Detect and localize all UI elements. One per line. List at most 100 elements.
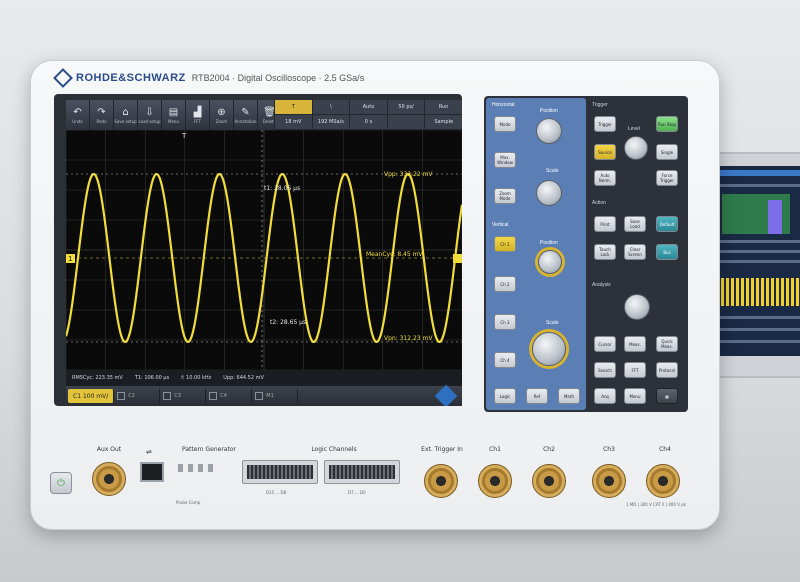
power-button[interactable]: ⏻ — [50, 472, 72, 494]
timebase[interactable]: 50 ps/ — [386, 100, 425, 115]
rs-logo-icon — [53, 68, 73, 88]
source-button[interactable]: Source — [594, 144, 616, 160]
print-button[interactable]: Print — [594, 216, 616, 232]
trigger-level[interactable]: 18 mV — [274, 115, 312, 130]
acq-button[interactable]: Acq — [594, 388, 616, 404]
vertical-position-knob[interactable] — [538, 250, 562, 274]
bus-button[interactable]: Bus — [656, 244, 678, 260]
frequency-readout: f: 10.00 kHz — [181, 375, 212, 381]
rs-menu-icon[interactable] — [434, 384, 458, 406]
default-button[interactable]: Default — [656, 216, 678, 232]
load-setup-icon: ⇩ — [145, 106, 154, 118]
annotation-icon: ✎ — [241, 106, 250, 118]
sample-rate[interactable]: 192 MSa/s — [311, 115, 350, 130]
v-scale-label: Scale — [546, 320, 559, 326]
max-window-button[interactable]: Max. Window — [494, 152, 516, 168]
meas-button[interactable]: Meas. — [624, 336, 646, 352]
force-trigger-button[interactable]: Force Trigger — [656, 170, 678, 186]
ch2-slot[interactable]: C2 — [114, 389, 161, 403]
ch4-connector — [646, 464, 680, 498]
save-recall-icon: ⌂ — [122, 106, 129, 118]
t1-readout: t1: 28.05 µs — [264, 185, 300, 192]
cursor-button[interactable]: Cursor — [594, 336, 616, 352]
model-name: RTB2004 · Digital Oscilloscope · 2.5 GSa… — [191, 73, 365, 83]
ch1-marker-label: 1 — [68, 255, 72, 263]
v-position-label: Position — [540, 240, 558, 246]
file-icon: ▤ — [168, 106, 179, 118]
grid-menu-icon[interactable]: ▦ — [656, 388, 678, 404]
auto-norm-button[interactable]: Auto Norm. — [594, 170, 616, 186]
ch2-button[interactable]: Ch 2 — [494, 276, 516, 292]
channel-bar: C1 100 mV/ C2 C3 C4 M1 — [66, 384, 462, 406]
acquisition-mode[interactable]: Sample — [424, 115, 462, 130]
trigger-position[interactable]: 0 s — [349, 115, 387, 130]
ch1-button[interactable]: Ch 1 — [494, 236, 516, 252]
ext-trigger-connector — [424, 464, 458, 498]
trigger-indicator[interactable]: T — [274, 100, 312, 115]
ch2-connector — [532, 464, 566, 498]
ch3-connector — [592, 464, 626, 498]
quick-meas-button[interactable]: Quick Meas. — [656, 336, 678, 352]
zoom-button[interactable]: ⊕ Zoom — [210, 100, 234, 130]
run-stop-button[interactable]: Run Stop — [656, 116, 678, 132]
trigger-level-marker[interactable] — [453, 254, 462, 263]
power-icon: ⏻ — [57, 477, 65, 489]
trigger-slope[interactable]: \ — [311, 100, 350, 115]
acquisition-info[interactable]: T \ Auto 50 ps/ Run 18 mV 192 MSa/s 0 s … — [274, 100, 462, 130]
trigger-position-marker: T — [181, 132, 187, 140]
ch4-button[interactable]: Ch 4 — [494, 352, 516, 368]
ch1-connector — [478, 464, 512, 498]
save-load-button[interactable]: Save Load — [624, 216, 646, 232]
waveform-plot[interactable]: 1 T Vpp: 333.22 mV t1: 28.05 µs MeanCyc:… — [66, 130, 462, 370]
menu-panel-button[interactable]: Menu — [624, 388, 646, 404]
undo-icon: ↶ — [73, 106, 82, 118]
fft-button[interactable]: ▟ FFT — [186, 100, 210, 130]
ch3-button[interactable]: Ch 3 — [494, 314, 516, 330]
search-button[interactable]: Search — [594, 362, 616, 378]
ref-button[interactable]: Ref — [526, 388, 548, 404]
clear-screen-button[interactable]: Clear Screen — [624, 244, 646, 260]
single-button[interactable]: Single — [656, 144, 678, 160]
menu-button[interactable]: ▤ Menu — [162, 100, 186, 130]
fft-panel-button[interactable]: FFT — [624, 362, 646, 378]
ch1-tab[interactable]: C1 100 mV/ — [68, 389, 115, 403]
touch-lock-button[interactable]: Touch Lock — [594, 244, 616, 260]
analysis-title: Analysis — [592, 282, 611, 288]
trigger-button[interactable]: Trigger — [594, 116, 616, 132]
graticule — [66, 130, 462, 370]
vertical-scale-knob[interactable] — [532, 332, 566, 366]
save-setup-button[interactable]: ⌂ Save setup — [114, 100, 138, 130]
redo-icon: ↷ — [97, 106, 106, 118]
oscilloscope-screen[interactable]: ↶ Undo ↷ Redo ⌂ Save setup ⇩ Load setup … — [66, 100, 462, 406]
run-state[interactable]: Run — [424, 100, 462, 115]
logic-button[interactable]: Logic — [494, 388, 516, 404]
action-title: Action — [592, 200, 606, 206]
vpp-readout: Vpp: 333.22 mV — [384, 171, 433, 178]
trigger-mode[interactable]: Auto — [349, 100, 387, 115]
ch2-label: Ch2 — [543, 446, 555, 453]
horizontal-position-knob[interactable] — [536, 118, 562, 144]
horizontal-mode-button[interactable]: Mode — [494, 116, 516, 132]
info-empty — [386, 115, 425, 130]
ch4-slot[interactable]: C4 — [206, 389, 253, 403]
zoom-mode-button[interactable]: Zoom Mode — [494, 188, 516, 204]
horizontal-scale-knob[interactable] — [536, 180, 562, 206]
ch3-label: Ch3 — [603, 446, 615, 453]
annotation-button[interactable]: ✎ Annotation — [234, 100, 258, 130]
h-position-label: Position — [540, 108, 558, 114]
ch3-slot[interactable]: C3 — [160, 389, 207, 403]
logic-high-label: D15 ... D8 — [266, 490, 287, 495]
redo-button[interactable]: ↷ Redo — [90, 100, 114, 130]
math-button[interactable]: Math — [558, 388, 580, 404]
protocol-button[interactable]: Protocol — [656, 362, 678, 378]
load-setup-button[interactable]: ⇩ Load setup — [138, 100, 162, 130]
rms-readout: RMSCyc: 223.35 mV — [72, 375, 123, 381]
brand-name: ROHDE&SCHWARZ — [76, 72, 186, 84]
t2-readout: t2: 28.65 µs — [270, 319, 306, 326]
undo-button[interactable]: ↶ Undo — [66, 100, 90, 130]
navigation-knob[interactable] — [624, 294, 650, 320]
logic-port-high — [242, 460, 318, 484]
trigger-level-knob[interactable] — [624, 136, 648, 160]
aux-out-label: Aux Out — [96, 446, 122, 453]
math-slot[interactable]: M1 — [252, 389, 299, 403]
